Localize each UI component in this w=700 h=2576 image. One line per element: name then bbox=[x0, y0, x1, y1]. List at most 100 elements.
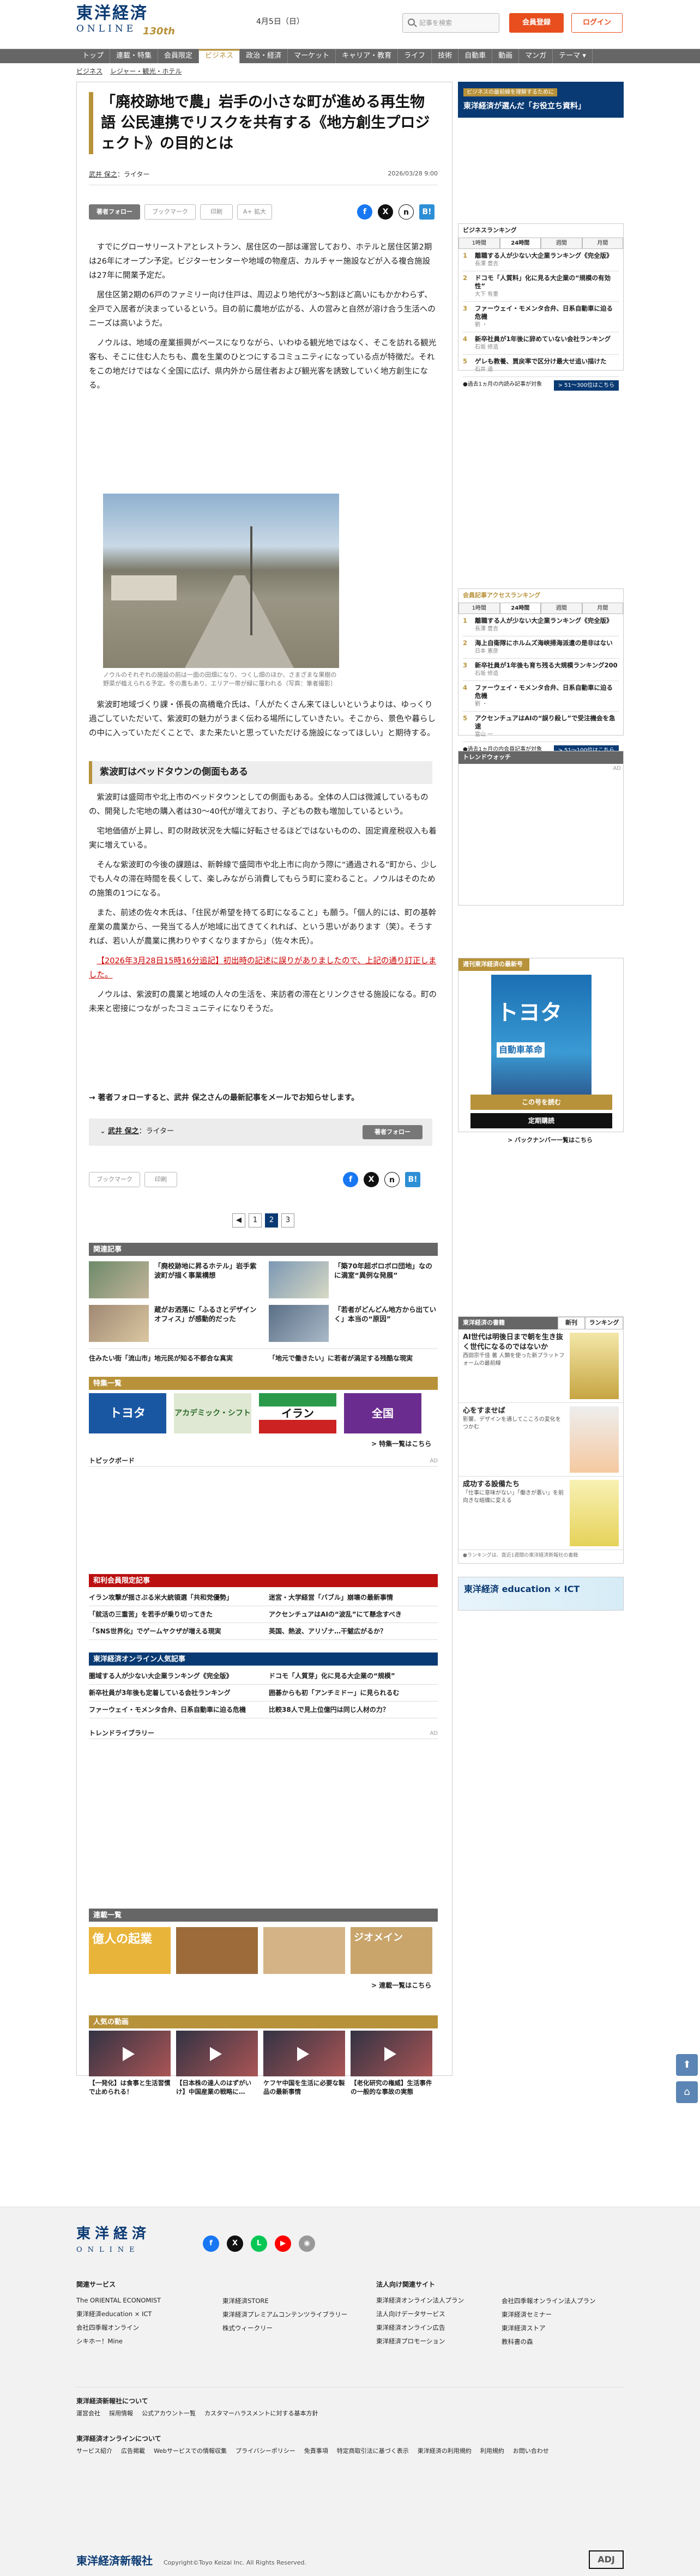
ranking-more-button[interactable]: > 51〜300位はこちら bbox=[553, 380, 619, 391]
page-link[interactable]: 3 bbox=[281, 1213, 294, 1228]
ranking-item[interactable]: 4 新卒社員が1年後に辞めていない会社ランキング 石坂 修造 bbox=[463, 332, 619, 355]
hatena-icon[interactable]: B! bbox=[405, 1172, 420, 1187]
author-box-name[interactable]: 武井 保之 bbox=[108, 1127, 139, 1135]
list-item[interactable]: イラン攻撃が揺さぶる米大統領選「共和党優勢」 bbox=[89, 1593, 258, 1602]
rss-icon[interactable]: ◉ bbox=[299, 2235, 315, 2252]
related-item[interactable]: 「若者がどんどん地方から出ていく」本当の“原因” bbox=[269, 1305, 438, 1342]
ranking-tab[interactable]: 24時間 bbox=[499, 602, 541, 614]
footer-link[interactable]: 東洋経済ストア bbox=[502, 2322, 596, 2335]
related-small-item[interactable]: 「地元で働きたい」に若者が満足する残酷な現実 bbox=[269, 1353, 438, 1363]
magazine-read-button[interactable]: この号を読む bbox=[470, 1095, 612, 1110]
books-tab[interactable]: ランキング bbox=[585, 1317, 623, 1329]
tokushu-item[interactable]: トヨタ bbox=[89, 1393, 166, 1433]
nav-item[interactable]: 自動車 bbox=[458, 49, 493, 63]
hatena-icon[interactable]: B! bbox=[419, 204, 435, 220]
footer-link[interactable]: サービス紹介 bbox=[76, 2447, 112, 2455]
footer-link[interactable]: 利用規約 bbox=[480, 2447, 504, 2455]
nav-item[interactable]: トップ bbox=[76, 49, 111, 63]
ranking-item[interactable]: 1 離職する人が少ない大企業ランキング《完全版》 長澤 豊吉 bbox=[463, 249, 619, 271]
nav-item[interactable]: 連載・特集 bbox=[110, 49, 159, 63]
ranking-tab[interactable]: 週間 bbox=[541, 237, 582, 249]
footer-link[interactable]: The ORIENTAL ECONOMIST bbox=[76, 2294, 161, 2307]
nav-item[interactable]: 技術 bbox=[432, 49, 459, 63]
correction-note[interactable]: 【2026年3月28日15時16分追記】初出時の記述に誤りがありましたので、上記… bbox=[89, 954, 438, 982]
list-item[interactable]: アクセンチュアはAIの“波乱”にて懸念すべき bbox=[269, 1609, 438, 1619]
footer-link[interactable]: 東洋経済プロモーション bbox=[376, 2335, 464, 2348]
ranking-item[interactable]: 3 ファーウェイ・モメンタ合弁、日系自動車に迫る危機劉 ・ bbox=[463, 302, 619, 332]
x-icon[interactable]: X bbox=[364, 1172, 379, 1187]
footer-link[interactable]: お問い合わせ bbox=[513, 2447, 549, 2455]
line-icon[interactable]: L bbox=[251, 2235, 267, 2252]
footer-link[interactable]: 東洋経済オンライン広告 bbox=[376, 2321, 464, 2335]
x-icon[interactable]: X bbox=[378, 204, 393, 220]
book-item[interactable]: AI世代は明後日まで朝を生き抜く世代になるのではないか 西田宗千佳 著 人類を使っ… bbox=[458, 1329, 623, 1403]
font-size-button[interactable]: A+ 拡大 bbox=[237, 204, 272, 220]
subscribe-button[interactable]: 定期購読 bbox=[470, 1113, 612, 1128]
ranking-item[interactable]: 5 ゲレも教養、買戻率で区分け最大せ追い描けた 石井 道 bbox=[463, 355, 619, 377]
threads-icon[interactable]: n bbox=[384, 1172, 400, 1187]
ranking-tab[interactable]: 月間 bbox=[582, 237, 623, 249]
back-number-link[interactable]: > バックナンバー一覧はこちら bbox=[508, 1136, 593, 1145]
footer-link[interactable]: カスタマーハラスメントに対する基本方針 bbox=[204, 2410, 318, 2417]
footer-link[interactable]: 東洋経済STORE bbox=[222, 2294, 347, 2308]
nav-item[interactable]: キャリア・教育 bbox=[336, 49, 399, 63]
login-button[interactable]: ログイン bbox=[571, 13, 623, 33]
nav-item[interactable]: ビジネス bbox=[199, 49, 240, 63]
page-link[interactable]: 1 bbox=[249, 1213, 262, 1228]
ranking-item[interactable]: 5 アクセンチュアはAIの“誤り殺し”で受注機会を急速 富山 一 bbox=[463, 712, 619, 742]
footer-link[interactable]: 会社四季報オンライン bbox=[76, 2321, 161, 2335]
books-tab[interactable]: 新刊 bbox=[558, 1317, 585, 1329]
home-icon[interactable]: ⌂ bbox=[676, 2081, 698, 2103]
ranking-tab[interactable]: 24時間 bbox=[499, 237, 541, 249]
ranking-item[interactable]: 4 ファーウェイ・モメンタ合弁、日系自動車に迫る危機劉 ・ bbox=[463, 681, 619, 712]
tokushu-item[interactable]: アカデミック・シフト bbox=[174, 1393, 251, 1433]
book-item[interactable]: 心をすませば 影響、デザインを通してこころの変化をつかむ bbox=[458, 1403, 623, 1477]
edu-ict-banner[interactable]: 東洋経済 education × ICT bbox=[458, 1577, 624, 1611]
ranking-tab[interactable]: 月間 bbox=[582, 602, 623, 614]
nav-item[interactable]: 政治・経済 bbox=[240, 49, 288, 63]
footer-link[interactable]: 東洋経済オンライン法人プラン bbox=[376, 2294, 464, 2307]
footer-link[interactable]: 会社四季報オンライン法人プラン bbox=[502, 2294, 596, 2308]
footer-link[interactable]: 東洋経済の利用規約 bbox=[418, 2447, 472, 2455]
nav-item[interactable]: テーマ ▾ bbox=[553, 49, 593, 63]
tokushu-more-link[interactable]: > 特集一覧はこちら bbox=[371, 1439, 431, 1449]
site-logo[interactable]: 東洋経済 ONLINE 130th bbox=[76, 4, 185, 42]
footer-link[interactable]: 特定商取引法に基づく表示 bbox=[337, 2447, 409, 2455]
footer-link[interactable]: 運営会社 bbox=[76, 2410, 100, 2417]
x-icon[interactable]: X bbox=[227, 2235, 243, 2252]
list-item[interactable]: 迷宮・大学経営「バブル」崩壊の最新事情 bbox=[269, 1593, 438, 1602]
nav-item[interactable]: ライフ bbox=[398, 49, 432, 63]
list-item[interactable]: 「就活の三重苦」を若手が乗り切ってきた bbox=[89, 1609, 258, 1619]
video-item[interactable]: ケフヤ中国を生活に必要な製品の最新事情 bbox=[263, 2031, 345, 2096]
series-item[interactable]: 億人の起業 bbox=[89, 1927, 171, 1974]
ranking-item[interactable]: 1 離職する人が少ない大企業ランキング《完全版》 長澤 豊吉 bbox=[463, 614, 619, 636]
follow-author-button[interactable]: 著者フォロー bbox=[89, 204, 140, 220]
footer-link[interactable]: 東洋経済セミナー bbox=[502, 2308, 596, 2322]
list-item[interactable]: 囲碁からも初「アンチミドー」に見られるむ bbox=[269, 1688, 438, 1698]
video-item[interactable]: 【日本株の達人のはずがいけ】中国産業の戦略に… bbox=[176, 2031, 258, 2096]
tokushu-item[interactable]: イラン bbox=[259, 1393, 336, 1433]
footer-link[interactable]: 採用情報 bbox=[109, 2410, 133, 2417]
print-button[interactable]: 印刷 bbox=[144, 1172, 177, 1187]
bookmark-button[interactable]: ブックマーク bbox=[89, 1172, 140, 1187]
related-item[interactable]: 「廃校跡地に昇るホテル」岩手紫波町が描く事業構想 bbox=[89, 1261, 258, 1298]
series-item[interactable]: ジオメイン bbox=[351, 1927, 432, 1974]
footer-link[interactable]: 東洋経済education × ICT bbox=[76, 2307, 161, 2321]
related-item[interactable]: 蔵がお洒落に「ふるさとデザインオフィス」が感動的だった bbox=[89, 1305, 258, 1342]
list-item[interactable]: ファーウェイ・モメンタ合弁、日系自動車に迫る危機 bbox=[89, 1705, 258, 1715]
author-name[interactable]: 武井 保之 bbox=[89, 171, 117, 178]
facebook-icon[interactable]: f bbox=[343, 1172, 358, 1187]
magazine-cover[interactable]: トヨタ自動車革命 bbox=[491, 975, 592, 1104]
footer-link[interactable]: Webサービスでの情報収集 bbox=[154, 2447, 227, 2455]
footer-link[interactable]: 免責事項 bbox=[304, 2447, 328, 2455]
member-register-button[interactable]: 会員登録 bbox=[509, 13, 564, 33]
ranking-tab[interactable]: 1時間 bbox=[458, 602, 500, 614]
footer-link[interactable]: シキホー！Mine bbox=[76, 2335, 161, 2348]
bookmark-button[interactable]: ブックマーク bbox=[144, 204, 196, 220]
facebook-icon[interactable]: f bbox=[203, 2235, 219, 2252]
page-link-current[interactable]: 2 bbox=[265, 1213, 278, 1228]
tokushu-item[interactable]: 全国 bbox=[344, 1393, 421, 1433]
search-input[interactable]: 記事を検索 bbox=[402, 13, 499, 33]
footer-link[interactable]: 広告掲載 bbox=[121, 2447, 145, 2455]
video-item[interactable]: 【老化研究の権威】生活事件の一般的な事故の実態 bbox=[351, 2031, 432, 2096]
